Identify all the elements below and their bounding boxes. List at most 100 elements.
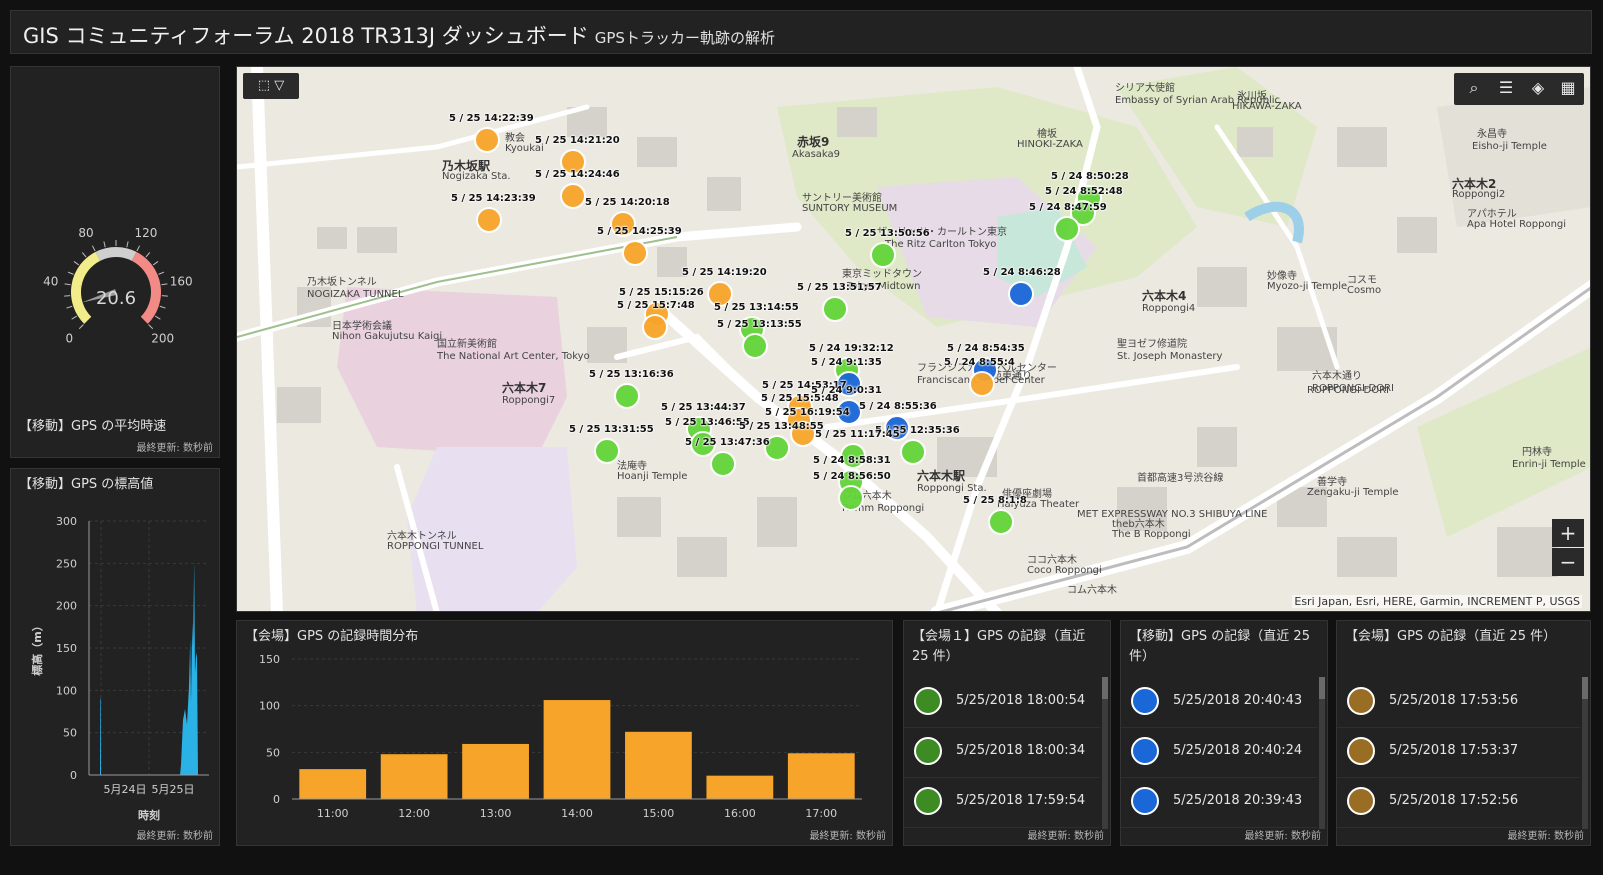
- map-place-label: 法庵寺: [617, 461, 647, 472]
- select-icon: ⬚: [257, 78, 271, 93]
- search-icon[interactable]: ⌕: [1462, 78, 1486, 98]
- gps-point-marker[interactable]: [622, 240, 648, 266]
- zoom-out-button[interactable]: −: [1552, 548, 1584, 576]
- list-scrollbar[interactable]: [1102, 677, 1108, 829]
- record-list[interactable]: 5/25/2018 17:53:56 5/25/2018 17:53:37 5/25…: [1337, 677, 1590, 829]
- speed-gauge: 0 40 80 120 160 200 20.6: [43, 226, 193, 346]
- gps-point-marker[interactable]: [710, 451, 736, 477]
- status-dot-icon: [1347, 737, 1375, 765]
- gps-point-marker[interactable]: [838, 485, 864, 511]
- gps-point-marker[interactable]: [742, 333, 768, 359]
- list-item[interactable]: 5/25/2018 17:59:54: [904, 777, 1100, 828]
- histogram-updated: 最終更新: 数秒前: [809, 831, 886, 842]
- map-place-label: Myozo-ji Temple: [1267, 281, 1348, 292]
- list-scrollbar[interactable]: [1319, 677, 1325, 829]
- gauge-band-high: [131, 251, 161, 324]
- gps-point-label: 5 / 25 15:15:26: [619, 287, 704, 298]
- record-timestamp: 5/25/2018 17:52:56: [1389, 793, 1519, 808]
- basemap-icon[interactable]: ▦: [1556, 78, 1580, 97]
- gauge-tick-label: 160: [170, 275, 193, 289]
- gps-point-label: 5 / 25 14:24:46: [535, 169, 620, 180]
- gps-point-marker[interactable]: [476, 207, 502, 233]
- y-tick-label: 0: [70, 769, 77, 782]
- gps-point-marker[interactable]: [900, 439, 926, 465]
- map-attribution: Esri Japan, Esri, HERE, Garmin, INCREMEN…: [1292, 595, 1582, 608]
- gauge-tick-label: 200: [151, 332, 174, 346]
- gps-point-label: 5 / 24 8:58:31: [813, 455, 891, 466]
- list-item[interactable]: 5/25/2018 17:53:37: [1337, 727, 1580, 778]
- record-timestamp: 5/25/2018 20:39:43: [1173, 793, 1303, 808]
- list-scrollbar[interactable]: [1582, 677, 1588, 829]
- status-dot-icon: [1131, 687, 1159, 715]
- gps-point-marker[interactable]: [560, 183, 586, 209]
- bar: [462, 743, 529, 799]
- list-item[interactable]: 5/25/2018 18:00:54: [904, 677, 1100, 728]
- record-timestamp: 5/25/2018 20:40:24: [1173, 743, 1303, 758]
- list-item[interactable]: 5/25/2018 17:52:56: [1337, 777, 1580, 828]
- map-place-label: NOGIZAKA TUNNEL: [307, 289, 404, 300]
- map-place-label: コスモ: [1347, 275, 1377, 286]
- map-place-label: Coco Roppongi: [1027, 565, 1102, 576]
- gps-point-label: 5 / 25 14:25:39: [597, 226, 682, 237]
- gauge-tick: [78, 324, 84, 330]
- list-item[interactable]: 5/25/2018 20:40:43: [1121, 677, 1317, 728]
- select-tool-button[interactable]: ⬚ ▽: [243, 73, 299, 99]
- gps-point-label: 5 / 24 8:55:4: [944, 357, 1015, 368]
- list-updated: 最終更新: 数秒前: [1244, 831, 1321, 842]
- map-place-label: Apa Hotel Roppongi: [1467, 219, 1567, 230]
- y-tick-label: 300: [56, 515, 77, 528]
- gps-point-marker[interactable]: [1054, 216, 1080, 242]
- bar: [543, 700, 611, 799]
- y-tick-label: 150: [56, 642, 77, 655]
- gauge-tick: [103, 241, 106, 248]
- gps-point-marker[interactable]: [642, 314, 668, 340]
- map-place-label: サントリー美術館: [802, 193, 882, 204]
- gps-point-label: 5 / 25 14:22:39: [449, 113, 534, 124]
- map-place-label: Eisho-ji Temple: [1472, 141, 1547, 152]
- map-place-label: 妙像寺: [1267, 271, 1297, 282]
- map-place-label: Roppongi7: [502, 395, 556, 406]
- map-place-label: SUNTORY MUSEUM: [802, 203, 898, 214]
- gps-point-label: 5 / 24 8:52:48: [1045, 186, 1123, 197]
- map-place-label: 善学寺: [1317, 477, 1347, 488]
- gps-point-label: 5 / 24 8:47:59: [1029, 202, 1107, 213]
- map-place-label: 教会: [505, 133, 525, 144]
- list-item[interactable]: 5/25/2018 17:53:56: [1337, 677, 1580, 728]
- histogram-title: 【会場】GPS の記録時間分布: [245, 629, 419, 644]
- gps-point-label: 5 / 25 13:50:56: [845, 228, 930, 239]
- map-place-label: HIKAWA-ZAKA: [1232, 101, 1302, 112]
- layers-icon[interactable]: ◈: [1526, 78, 1550, 97]
- legend-icon[interactable]: ☰: [1494, 78, 1518, 97]
- list-item[interactable]: 5/25/2018 20:40:24: [1121, 727, 1317, 778]
- gps-point-marker[interactable]: [614, 383, 640, 409]
- elevation-chart: 0 50 100 150 200 250 300 5月24日 5月25日時刻 標高（m）: [30, 515, 209, 822]
- gps-point-label: 5 / 24 9:1:35: [811, 357, 882, 368]
- map-place-label: The B Roppongi: [1112, 529, 1191, 540]
- gps-point-marker[interactable]: [988, 509, 1014, 535]
- list-item[interactable]: 5/25/2018 18:00:34: [904, 727, 1100, 778]
- map-tools: ⌕ ☰ ◈ ▦: [1454, 73, 1584, 105]
- dashboard-header: GIS コミュニティフォーラム 2018 TR313J ダッシュボード GPSトラ…: [10, 10, 1592, 54]
- gps-point-marker[interactable]: [1008, 281, 1034, 307]
- gps-point-marker[interactable]: [822, 296, 848, 322]
- map-place-label: The National Art Center, Tokyo: [437, 351, 590, 362]
- gps-point-marker[interactable]: [969, 371, 995, 397]
- gps-point-label: 5 / 25 14:21:20: [535, 135, 620, 146]
- map-place-label: The Ritz Carlton Tokyo: [885, 239, 997, 250]
- gps-point-marker[interactable]: [594, 438, 620, 464]
- gauge-tick: [91, 245, 96, 252]
- gps-point-label: 5 / 25 13:44:37: [661, 402, 746, 413]
- zoom-in-button[interactable]: +: [1552, 519, 1584, 547]
- map-place-label: Enrin-ji Temple: [1512, 459, 1586, 470]
- map-view[interactable]: 赤坂9 Akasaka9 乃木坂駅 Nogizaka Sta. サントリー美術館 SUNT…: [236, 66, 1591, 612]
- gps-point-label: 5 / 25 14:23:39: [451, 193, 536, 204]
- gps-point-marker[interactable]: [474, 127, 500, 153]
- list-item[interactable]: 5/25/2018 20:39:43: [1121, 777, 1317, 828]
- map-place-label: 檜坂: [1037, 129, 1057, 140]
- gps-point-label: 5 / 25 14:19:20: [682, 267, 767, 278]
- x-axis-label: 時刻: [138, 808, 160, 822]
- map-place-label: St. Joseph Monastery: [1117, 351, 1223, 362]
- gps-point-marker[interactable]: [870, 242, 896, 268]
- record-list[interactable]: 5/25/2018 20:40:43 5/25/2018 20:40:24 5/25…: [1121, 677, 1327, 829]
- record-list[interactable]: 5/25/2018 18:00:54 5/25/2018 18:00:34 5/25…: [904, 677, 1110, 829]
